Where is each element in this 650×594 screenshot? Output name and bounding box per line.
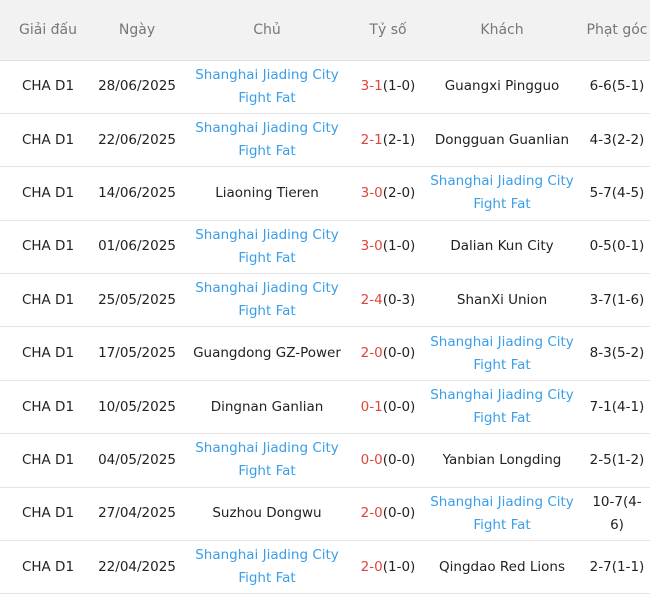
league-cell: CHA D1	[0, 113, 96, 168]
home-team-cell[interactable]: Shanghai Jiading City Fight Fat	[178, 220, 356, 275]
half-time-score: (0-0)	[382, 505, 416, 522]
full-time-score: 3-1	[360, 78, 383, 95]
corners-cell: 10-7(4-6)	[584, 487, 650, 542]
match-history-table: Giải đấu Ngày Chủ Tỷ số Khách Phạt góc C…	[0, 0, 650, 594]
table-row: CHA D1 14/06/2025 Liaoning Tieren 3-0(2-0) S…	[0, 166, 650, 221]
full-time-score: 3-0	[360, 184, 383, 201]
date-cell: 22/06/2025	[96, 113, 178, 168]
score-cell: 3-0(1-0)	[356, 220, 420, 275]
half-time-score: (0-0)	[382, 451, 416, 468]
score-cell: 2-1(2-1)	[356, 113, 420, 168]
full-time-score: 2-0	[360, 505, 383, 522]
table-row: CHA D1 10/05/2025 Dingnan Ganlian 0-1(0-0) S…	[0, 380, 650, 435]
full-time-score: 0-1	[360, 398, 383, 415]
half-time-score: (2-1)	[382, 131, 416, 148]
home-team-cell[interactable]: Shanghai Jiading City Fight Fat	[178, 273, 356, 328]
date-cell: 17/05/2025	[96, 326, 178, 381]
score-cell: 2-0(1-0)	[356, 540, 420, 594]
score-cell: 2-0(0-0)	[356, 326, 420, 381]
league-cell: CHA D1	[0, 166, 96, 221]
full-time-score: 2-1	[360, 131, 383, 148]
league-cell: CHA D1	[0, 220, 96, 275]
score-cell: 3-0(2-0)	[356, 166, 420, 221]
table-row: CHA D1 17/05/2025 Guangdong GZ-Power 2-0(0-…	[0, 326, 650, 381]
half-time-score: (1-0)	[382, 238, 416, 255]
half-time-score: (1-0)	[382, 78, 416, 95]
home-team-cell[interactable]: Guangdong GZ-Power	[178, 326, 356, 381]
table-row: CHA D1 27/04/2025 Suzhou Dongwu 2-0(0-0) Sha…	[0, 487, 650, 542]
header-league: Giải đấu	[0, 0, 96, 61]
corners-cell: 5-7(4-5)	[584, 166, 650, 221]
date-cell: 10/05/2025	[96, 380, 178, 435]
half-time-score: (1-0)	[382, 558, 416, 575]
league-cell: CHA D1	[0, 273, 96, 328]
away-team-cell[interactable]: Dalian Kun City	[420, 220, 584, 275]
league-cell: CHA D1	[0, 487, 96, 542]
away-team-cell[interactable]: Dongguan Guanlian	[420, 113, 584, 168]
full-time-score: 2-4	[360, 291, 383, 308]
home-team-cell[interactable]: Shanghai Jiading City Fight Fat	[178, 60, 356, 114]
home-team-cell[interactable]: Dingnan Ganlian	[178, 380, 356, 435]
league-cell: CHA D1	[0, 540, 96, 594]
full-time-score: 2-0	[360, 345, 383, 362]
full-time-score: 2-0	[360, 558, 383, 575]
table-header-row: Giải đấu Ngày Chủ Tỷ số Khách Phạt góc	[0, 0, 650, 61]
home-team-cell[interactable]: Suzhou Dongwu	[178, 487, 356, 542]
away-team-cell[interactable]: ShanXi Union	[420, 273, 584, 328]
table-row: CHA D1 04/05/2025 Shanghai Jiading City Fi…	[0, 433, 650, 488]
league-cell: CHA D1	[0, 326, 96, 381]
full-time-score: 0-0	[360, 451, 383, 468]
home-team-cell[interactable]: Shanghai Jiading City Fight Fat	[178, 113, 356, 168]
table-row: CHA D1 25/05/2025 Shanghai Jiading City Fi…	[0, 273, 650, 328]
date-cell: 22/04/2025	[96, 540, 178, 594]
league-cell: CHA D1	[0, 60, 96, 114]
table-row: CHA D1 28/06/2025 Shanghai Jiading City Fi…	[0, 60, 650, 114]
corners-cell: 7-1(4-1)	[584, 380, 650, 435]
score-cell: 2-0(0-0)	[356, 487, 420, 542]
away-team-cell[interactable]: Guangxi Pingguo	[420, 60, 584, 114]
header-corners: Phạt góc	[584, 0, 650, 61]
home-team-cell[interactable]: Shanghai Jiading City Fight Fat	[178, 433, 356, 488]
full-time-score: 3-0	[360, 238, 383, 255]
header-date: Ngày	[96, 0, 178, 61]
corners-cell: 0-5(0-1)	[584, 220, 650, 275]
score-cell: 0-0(0-0)	[356, 433, 420, 488]
away-team-cell[interactable]: Yanbian Longding	[420, 433, 584, 488]
table-row: CHA D1 01/06/2025 Shanghai Jiading City Fi…	[0, 220, 650, 275]
away-team-cell[interactable]: Shanghai Jiading City Fight Fat	[420, 326, 584, 381]
half-time-score: (0-3)	[382, 291, 416, 308]
score-cell: 3-1(1-0)	[356, 60, 420, 114]
corners-cell: 2-7(1-1)	[584, 540, 650, 594]
date-cell: 04/05/2025	[96, 433, 178, 488]
away-team-cell[interactable]: Shanghai Jiading City Fight Fat	[420, 166, 584, 221]
date-cell: 14/06/2025	[96, 166, 178, 221]
half-time-score: (0-0)	[382, 345, 416, 362]
date-cell: 28/06/2025	[96, 60, 178, 114]
table-row: CHA D1 22/06/2025 Shanghai Jiading City Fi…	[0, 113, 650, 168]
score-cell: 2-4(0-3)	[356, 273, 420, 328]
header-away: Khách	[420, 0, 584, 61]
score-cell: 0-1(0-0)	[356, 380, 420, 435]
corners-cell: 4-3(2-2)	[584, 113, 650, 168]
away-team-cell[interactable]: Shanghai Jiading City Fight Fat	[420, 487, 584, 542]
home-team-cell[interactable]: Liaoning Tieren	[178, 166, 356, 221]
date-cell: 01/06/2025	[96, 220, 178, 275]
corners-cell: 8-3(5-2)	[584, 326, 650, 381]
header-score: Tỷ số	[356, 0, 420, 61]
corners-cell: 6-6(5-1)	[584, 60, 650, 114]
away-team-cell[interactable]: Shanghai Jiading City Fight Fat	[420, 380, 584, 435]
table-row: CHA D1 22/04/2025 Shanghai Jiading City Fi…	[0, 540, 650, 594]
home-team-cell[interactable]: Shanghai Jiading City Fight Fat	[178, 540, 356, 594]
away-team-cell[interactable]: Qingdao Red Lions	[420, 540, 584, 594]
header-home: Chủ	[178, 0, 356, 61]
date-cell: 25/05/2025	[96, 273, 178, 328]
half-time-score: (0-0)	[382, 398, 416, 415]
league-cell: CHA D1	[0, 380, 96, 435]
corners-cell: 2-5(1-2)	[584, 433, 650, 488]
league-cell: CHA D1	[0, 433, 96, 488]
half-time-score: (2-0)	[382, 184, 416, 201]
date-cell: 27/04/2025	[96, 487, 178, 542]
corners-cell: 3-7(1-6)	[584, 273, 650, 328]
